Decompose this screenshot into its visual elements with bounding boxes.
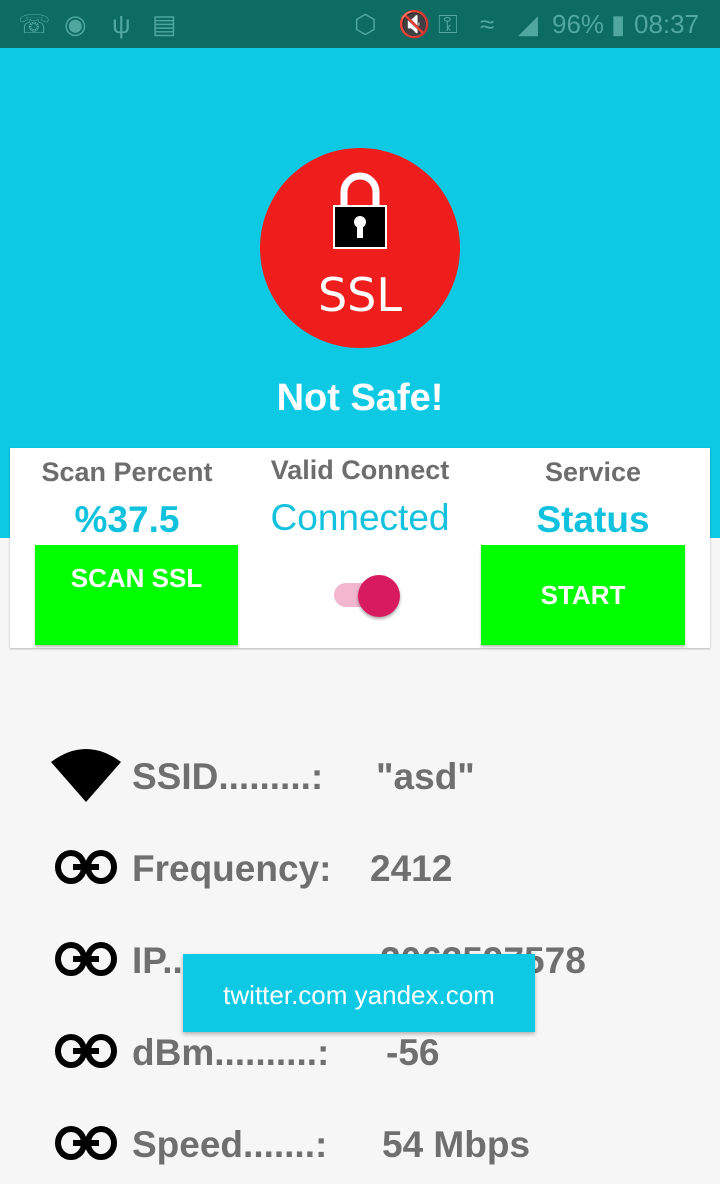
- frequency-row: Frequency: 2412: [0, 840, 720, 900]
- status-bar: ☏ ◉ ψ ▤ ⬡ 🔇 ⚿ ≈ ◢ 96% ▮ 08:37: [0, 0, 720, 48]
- toast-message: twitter.com yandex.com: [183, 954, 535, 1032]
- frequency-label: Frequency:: [132, 848, 332, 889]
- service-heading: Service: [544, 457, 642, 487]
- ssl-label: SSL: [317, 268, 403, 322]
- key-icon: ⚿: [438, 9, 458, 39]
- link-icon: [55, 850, 117, 884]
- valid-connect-heading: Valid Connect: [270, 455, 450, 485]
- usb-icon: ψ: [112, 9, 131, 39]
- link-icon: [55, 1034, 117, 1068]
- firefox-icon: ◉: [64, 9, 87, 39]
- circle-icon: ⬡: [354, 9, 377, 39]
- service-status: Status: [536, 499, 650, 540]
- dbm-value: -56: [386, 1032, 440, 1073]
- android-icon: ▤: [152, 9, 177, 39]
- speed-row: Speed.......: 54 Mbps: [0, 1116, 720, 1176]
- dbm-label: dBm..........:: [132, 1032, 330, 1073]
- battery-icon: ▮: [611, 9, 626, 39]
- connection-status: Connected: [270, 497, 450, 538]
- speed-label: Speed.......:: [132, 1124, 328, 1165]
- link-icon: [55, 1126, 117, 1160]
- link-icon: [55, 942, 117, 976]
- safety-status: Not Safe!: [276, 377, 444, 419]
- connect-toggle-thumb[interactable]: [358, 575, 400, 617]
- start-button[interactable]: START: [481, 545, 685, 645]
- ssid-value: "asd": [376, 756, 475, 797]
- frequency-value: 2412: [370, 848, 453, 889]
- scan-percent-heading: Scan Percent: [41, 457, 213, 487]
- lock-icon: [333, 172, 387, 249]
- scan-ssl-button[interactable]: SCAN SSL: [35, 545, 238, 645]
- wifi-icon: [51, 749, 121, 802]
- clock: 08:37: [634, 9, 700, 39]
- battery-percent: 96%: [552, 9, 605, 39]
- speed-value: 54 Mbps: [382, 1124, 531, 1165]
- ssid-label: SSID.........:: [132, 756, 324, 797]
- dbm-row: dBm..........: -56: [0, 1024, 720, 1084]
- signal-icon: ◢: [518, 9, 538, 39]
- whatsapp-icon: ☏: [18, 9, 51, 39]
- mute-icon: 🔇: [398, 9, 431, 39]
- ssl-badge: SSL: [260, 148, 460, 348]
- wifi-icon: ≈: [480, 9, 495, 39]
- ssid-row: SSID.........: "asd": [0, 748, 720, 808]
- scan-percent-value: %37.5: [74, 499, 180, 540]
